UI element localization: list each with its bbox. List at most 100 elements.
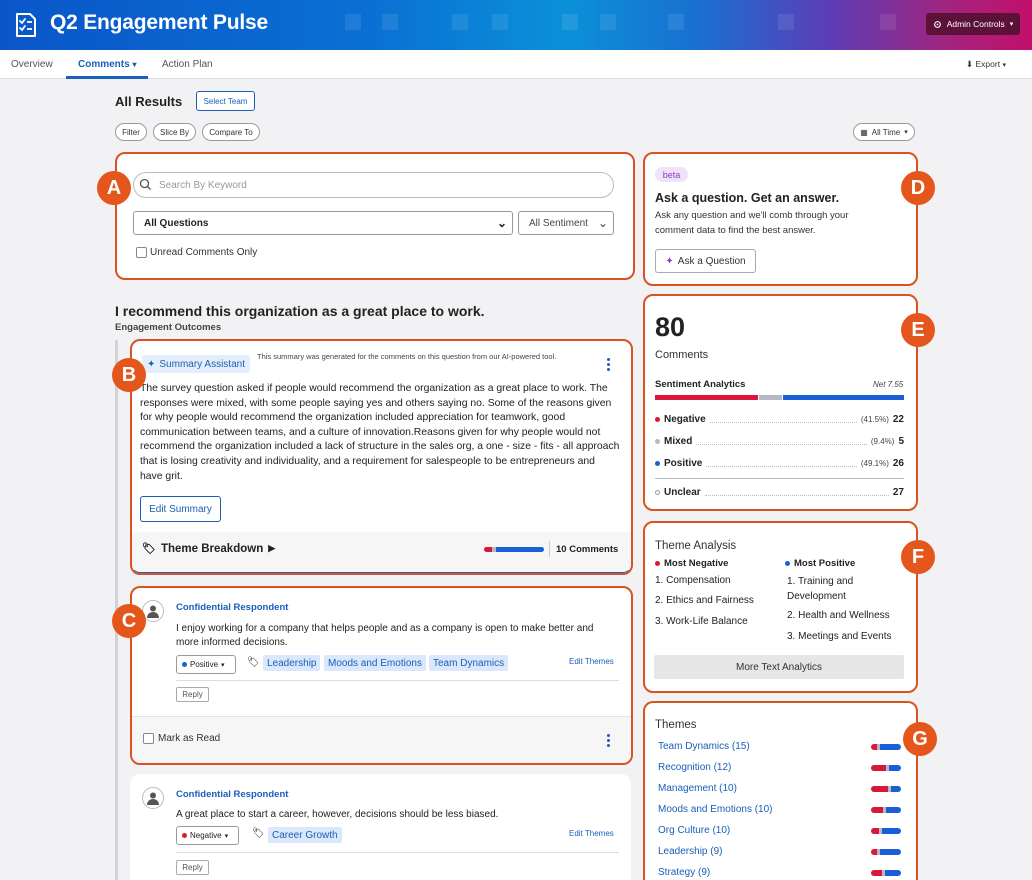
summary-assistant-badge: ✦ Summary Assistant <box>142 355 250 373</box>
theme-tag[interactable]: Moods and Emotions <box>324 655 426 671</box>
tab-action-plan[interactable]: Action Plan <box>162 59 213 70</box>
theme-breakdown-toggle[interactable]: 🏷 Theme Breakdown ▶ <box>142 542 276 556</box>
question-select[interactable]: All Questions ⌄ <box>133 211 513 235</box>
comment-total: 80 <box>655 312 686 342</box>
theme-bar-segment <box>871 828 879 834</box>
sentiment-dropdown[interactable]: Positive ▾ <box>176 655 236 674</box>
theme-link[interactable]: Strategy (9) <box>658 867 710 878</box>
sentiment-dropdown[interactable]: Negative ▾ <box>176 826 239 845</box>
theme-bar-segment <box>886 807 901 813</box>
tab-overview[interactable]: Overview <box>11 59 53 70</box>
marker-e: E <box>901 313 935 347</box>
sentiment-count: 27 <box>892 487 904 498</box>
theme-sentiment-bar <box>871 807 901 813</box>
reply-button[interactable]: Reply <box>176 687 209 702</box>
sentiment-bar <box>655 395 904 400</box>
sentiment-select[interactable]: All Sentiment ⌄ <box>518 211 614 235</box>
marker-a: A <box>97 171 131 205</box>
theme-link[interactable]: Recognition (12) <box>658 762 731 773</box>
time-range-select[interactable]: ▦ All Time ▾ <box>853 123 915 141</box>
summary-menu-icon[interactable] <box>606 358 610 371</box>
theme-link[interactable]: Leadership (9) <box>658 846 722 857</box>
theme-tag[interactable]: Team Dynamics <box>429 655 509 671</box>
sentiment-percent: (41.5%) <box>860 415 889 424</box>
sentiment-dot-icon <box>655 461 660 466</box>
theme-link[interactable]: Team Dynamics (15) <box>658 741 750 752</box>
more-text-analytics-button[interactable]: More Text Analytics <box>654 655 904 679</box>
theme-link[interactable]: Moods and Emotions (10) <box>658 804 773 815</box>
export-button[interactable]: ⬇ Export ▾ <box>966 59 1006 70</box>
theme-link[interactable]: Org Culture (10) <box>658 825 730 836</box>
edit-themes-link[interactable]: Edit Themes <box>569 829 614 838</box>
sentiment-label: Negative <box>664 414 706 425</box>
sentiment-percent: (49.1%) <box>860 459 889 468</box>
sentiment-row: Mixed (9.4%) 5 <box>655 436 904 447</box>
divider <box>176 680 619 681</box>
ask-question-button[interactable]: ✦ Ask a Question <box>655 249 756 273</box>
theme-bar-segment <box>889 765 901 771</box>
unread-only-checkbox[interactable] <box>136 247 147 258</box>
sparkle-icon: ✦ <box>147 358 156 370</box>
chevron-down-icon: ▾ <box>132 60 137 69</box>
edit-summary-button[interactable]: Edit Summary <box>140 496 221 522</box>
slice-by-button[interactable]: Slice By <box>153 123 196 141</box>
comment-menu-icon[interactable] <box>606 734 610 747</box>
theme-bar-segment <box>871 870 882 876</box>
sentiment-bar-segment <box>655 395 758 400</box>
edit-themes-link[interactable]: Edit Themes <box>569 657 614 666</box>
sentiment-row: Negative (41.5%) 22 <box>655 414 904 425</box>
summary-assistant-label: Summary Assistant <box>159 358 245 370</box>
select-team-button[interactable]: Select Team <box>196 91 255 111</box>
negative-theme-item: 1. Compensation <box>655 575 731 586</box>
theme-sentiment-bar <box>871 870 901 876</box>
beta-badge: beta <box>655 167 688 182</box>
filter-button[interactable]: Filter <box>115 123 147 141</box>
page-title: All Results <box>115 94 183 109</box>
theme-sentiment-bar <box>871 849 901 855</box>
chevron-down-icon: ⌄ <box>496 216 507 230</box>
theme-tag[interactable]: Career Growth <box>268 827 342 843</box>
theme-bar-segment <box>871 786 888 792</box>
question-select-value: All Questions <box>144 217 209 229</box>
question-title: I recommend this organization as a great… <box>115 303 485 319</box>
avatar <box>142 787 164 809</box>
search-icon <box>139 178 151 190</box>
marker-c: C <box>112 604 146 638</box>
active-tab-indicator <box>66 76 148 79</box>
comment-text: I enjoy working for a company that helps… <box>176 623 594 648</box>
positive-theme-item: 3. Meetings and Events <box>787 631 892 642</box>
sentiment-row: Positive (49.1%) 26 <box>655 458 904 469</box>
negative-theme-item: 3. Work-Life Balance <box>655 616 748 627</box>
theme-bar-segment <box>880 744 901 750</box>
chevron-down-icon: ▾ <box>1009 21 1014 28</box>
themes-title: Themes <box>655 719 697 731</box>
negative-theme-item: 2. Ethics and Fairness <box>655 595 754 606</box>
chevron-down-icon: ⌄ <box>597 216 608 230</box>
sentiment-label: Mixed <box>664 436 693 447</box>
summary-comment-count: 10 Comments <box>556 544 619 555</box>
sentiment-label: Positive <box>664 458 703 469</box>
sentiment-percent: (9.4%) <box>870 437 895 446</box>
ask-question-label: Ask a Question <box>677 255 746 267</box>
sparkle-icon: ✦ <box>665 255 674 267</box>
theme-bar-segment <box>871 765 886 771</box>
summary-sentiment-bar <box>484 547 544 552</box>
theme-tag[interactable]: Leadership <box>263 655 321 671</box>
tag-icon: 🏷 <box>252 828 265 839</box>
user-icon <box>147 605 159 618</box>
admin-controls-button[interactable]: Admin Controls ▾ <box>926 13 1020 35</box>
reply-button[interactable]: Reply <box>176 860 209 875</box>
mark-read-checkbox[interactable] <box>143 733 154 744</box>
tag-icon: 🏷 <box>142 543 156 555</box>
comment-total-label: Comments <box>655 349 709 361</box>
compare-to-button[interactable]: Compare To <box>202 123 260 141</box>
net-score: Net 7.55 <box>873 380 904 389</box>
chevron-right-icon: ▶ <box>268 543 276 553</box>
theme-link[interactable]: Management (10) <box>658 783 737 794</box>
tab-comments[interactable]: Comments ▾ <box>78 59 136 70</box>
mark-read-label: Mark as Read <box>158 733 221 744</box>
sentiment-count: 22 <box>892 414 904 425</box>
tag-icon: 🏷 <box>247 657 260 668</box>
divider <box>176 852 619 853</box>
comment-author: Confidential Respondent <box>176 789 289 800</box>
